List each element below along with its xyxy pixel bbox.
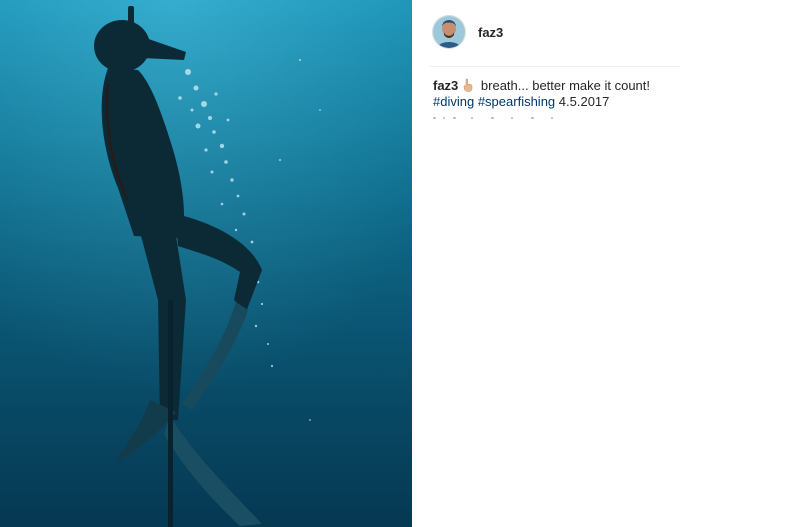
cutoff-glyph <box>453 117 456 119</box>
post-caption: faz3 breath... better make it count! #di… <box>433 78 693 110</box>
user-avatar-icon[interactable] <box>432 15 466 49</box>
post-header: faz3 <box>432 12 680 52</box>
post-sidebar: faz3 faz3 breath... better make it count… <box>412 0 800 527</box>
caption-text: breath... better make it count! <box>477 78 650 93</box>
cutoff-glyph <box>551 117 553 119</box>
hashtag-spearfishing[interactable]: #spearfishing <box>478 94 555 109</box>
header-divider <box>430 66 680 67</box>
caption-date: 4.5.2017 <box>558 94 610 109</box>
cutoff-glyph <box>491 117 494 119</box>
cutoff-glyph <box>471 117 473 119</box>
cutoff-glyph <box>433 117 436 119</box>
truncated-text-line <box>433 117 563 121</box>
diver-illustration <box>0 0 412 527</box>
cutoff-glyph <box>443 117 445 119</box>
hashtag-diving[interactable]: #diving <box>433 94 474 109</box>
cutoff-glyph <box>531 117 534 119</box>
caption-username[interactable]: faz3 <box>433 78 458 93</box>
post-photo[interactable] <box>0 0 412 527</box>
post-container: faz3 faz3 breath... better make it count… <box>0 0 800 527</box>
author-username[interactable]: faz3 <box>478 25 503 40</box>
pointing-up-hand-emoji-icon <box>461 78 475 92</box>
cutoff-glyph <box>511 117 513 119</box>
